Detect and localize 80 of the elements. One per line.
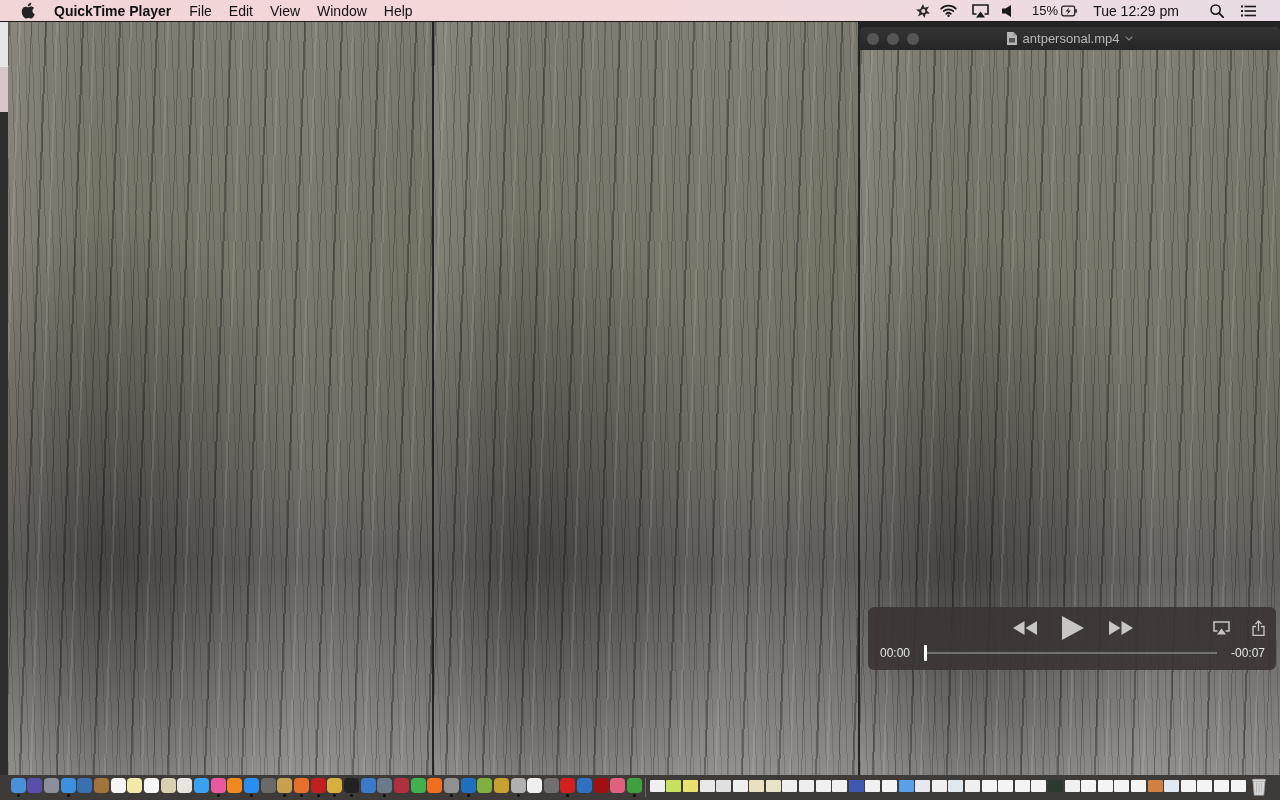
elapsed-time: 00:00 bbox=[880, 646, 911, 660]
menu-item[interactable]: View bbox=[269, 1, 301, 20]
app-icon[interactable] bbox=[160, 778, 176, 793]
share-icon bbox=[1252, 620, 1265, 636]
play-button[interactable] bbox=[1061, 616, 1084, 640]
screen-mirroring-icon bbox=[1213, 621, 1230, 635]
app-icon[interactable] bbox=[127, 778, 143, 793]
menu-item[interactable]: File bbox=[189, 1, 212, 20]
menu-item[interactable]: Edit bbox=[228, 1, 253, 20]
window-thumbnail-icon[interactable] bbox=[848, 780, 864, 792]
window-thumbnail-icon[interactable] bbox=[1213, 780, 1229, 792]
window-thumbnail-icon[interactable] bbox=[782, 780, 798, 792]
remaining-time: -00:07 bbox=[1230, 646, 1265, 660]
trash-icon[interactable] bbox=[1252, 778, 1267, 796]
wifi-icon[interactable] bbox=[940, 4, 958, 17]
window-thumbnail-icon[interactable] bbox=[649, 780, 665, 792]
window-thumbnail-icon[interactable] bbox=[765, 780, 781, 792]
window-thumbnail-icon[interactable] bbox=[832, 780, 848, 792]
search-icon[interactable] bbox=[1210, 3, 1224, 18]
app-icon[interactable] bbox=[144, 778, 160, 793]
window-thumbnail-icon[interactable] bbox=[1147, 780, 1163, 792]
app-icon[interactable] bbox=[493, 778, 509, 793]
window-thumbnail-icon[interactable] bbox=[749, 780, 765, 792]
window-thumbnail-icon[interactable] bbox=[1031, 780, 1047, 792]
window-thumbnail-icon[interactable] bbox=[931, 780, 947, 792]
fast-forward-icon bbox=[1108, 621, 1133, 635]
window-thumbnail-icon[interactable] bbox=[1230, 780, 1246, 792]
play-icon bbox=[1061, 616, 1084, 640]
window-thumbnail-icon[interactable] bbox=[898, 780, 914, 792]
app-icon[interactable] bbox=[477, 778, 493, 793]
window-thumbnail-icon[interactable] bbox=[1197, 780, 1213, 792]
star-icon[interactable] bbox=[915, 2, 932, 19]
fast-forward-button[interactable] bbox=[1108, 621, 1133, 635]
clock[interactable]: Tue 12:29 pm bbox=[1093, 2, 1179, 19]
share-button[interactable] bbox=[1252, 620, 1265, 636]
screen-mirroring-icon[interactable] bbox=[972, 3, 990, 18]
window-thumbnail-icon[interactable] bbox=[965, 780, 980, 792]
window-thumbnail-icon[interactable] bbox=[682, 780, 698, 792]
rewind-icon bbox=[1012, 621, 1037, 635]
window-thumbnail-icon[interactable] bbox=[716, 780, 732, 792]
window-thumbnail-icon[interactable] bbox=[1097, 780, 1113, 792]
menu-item[interactable]: Help bbox=[383, 1, 413, 20]
playhead[interactable] bbox=[924, 645, 928, 661]
window-thumbnail-icon[interactable] bbox=[699, 780, 715, 792]
list-icon[interactable] bbox=[1241, 4, 1256, 17]
chevron-down-icon[interactable] bbox=[1125, 36, 1134, 41]
window-thumbnail-icon[interactable] bbox=[1180, 780, 1196, 792]
app-icon[interactable] bbox=[110, 778, 126, 793]
window-thumbnail-icon[interactable] bbox=[666, 780, 682, 792]
app-menu[interactable]: QuickTime Player bbox=[54, 1, 172, 20]
app-icon[interactable] bbox=[227, 778, 243, 793]
battery-percentage: 15% bbox=[1032, 3, 1059, 18]
window-thumbnail-icon[interactable] bbox=[732, 780, 748, 792]
window-thumbnail-icon[interactable] bbox=[981, 780, 997, 792]
window-title: antpersonal.mp4 bbox=[1022, 31, 1120, 46]
document-icon bbox=[1006, 32, 1017, 45]
window-thumbnail-icon[interactable] bbox=[799, 780, 815, 792]
app-icon[interactable] bbox=[527, 778, 543, 793]
window-thumbnail-icon[interactable] bbox=[815, 780, 831, 792]
window-thumbnail-icon[interactable] bbox=[1130, 780, 1146, 792]
apple-icon[interactable] bbox=[20, 2, 35, 19]
menu-item[interactable]: Window bbox=[317, 1, 367, 20]
window-thumbnail-icon[interactable] bbox=[998, 780, 1014, 792]
screen-mirroring-button[interactable] bbox=[1213, 621, 1230, 635]
app-icon[interactable] bbox=[327, 778, 343, 793]
rewind-button[interactable] bbox=[1012, 621, 1037, 635]
window-thumbnail-icon[interactable] bbox=[882, 780, 898, 792]
app-icon[interactable] bbox=[277, 778, 293, 793]
window-thumbnail-icon[interactable] bbox=[915, 780, 931, 792]
app-icon[interactable] bbox=[177, 778, 193, 793]
window-thumbnail-icon[interactable] bbox=[1081, 780, 1097, 792]
app-icon[interactable] bbox=[510, 778, 526, 793]
speaker-icon[interactable] bbox=[1002, 4, 1014, 17]
window-thumbnail-icon[interactable] bbox=[1064, 780, 1080, 792]
window-thumbnail-icon[interactable] bbox=[1114, 780, 1130, 792]
window-thumbnail-icon[interactable] bbox=[1014, 780, 1030, 792]
window-thumbnail-icon[interactable] bbox=[1164, 780, 1180, 792]
battery-charging-icon[interactable] bbox=[1061, 4, 1078, 17]
window-thumbnail-icon[interactable] bbox=[948, 780, 964, 792]
window-thumbnail-icon[interactable] bbox=[865, 780, 881, 792]
